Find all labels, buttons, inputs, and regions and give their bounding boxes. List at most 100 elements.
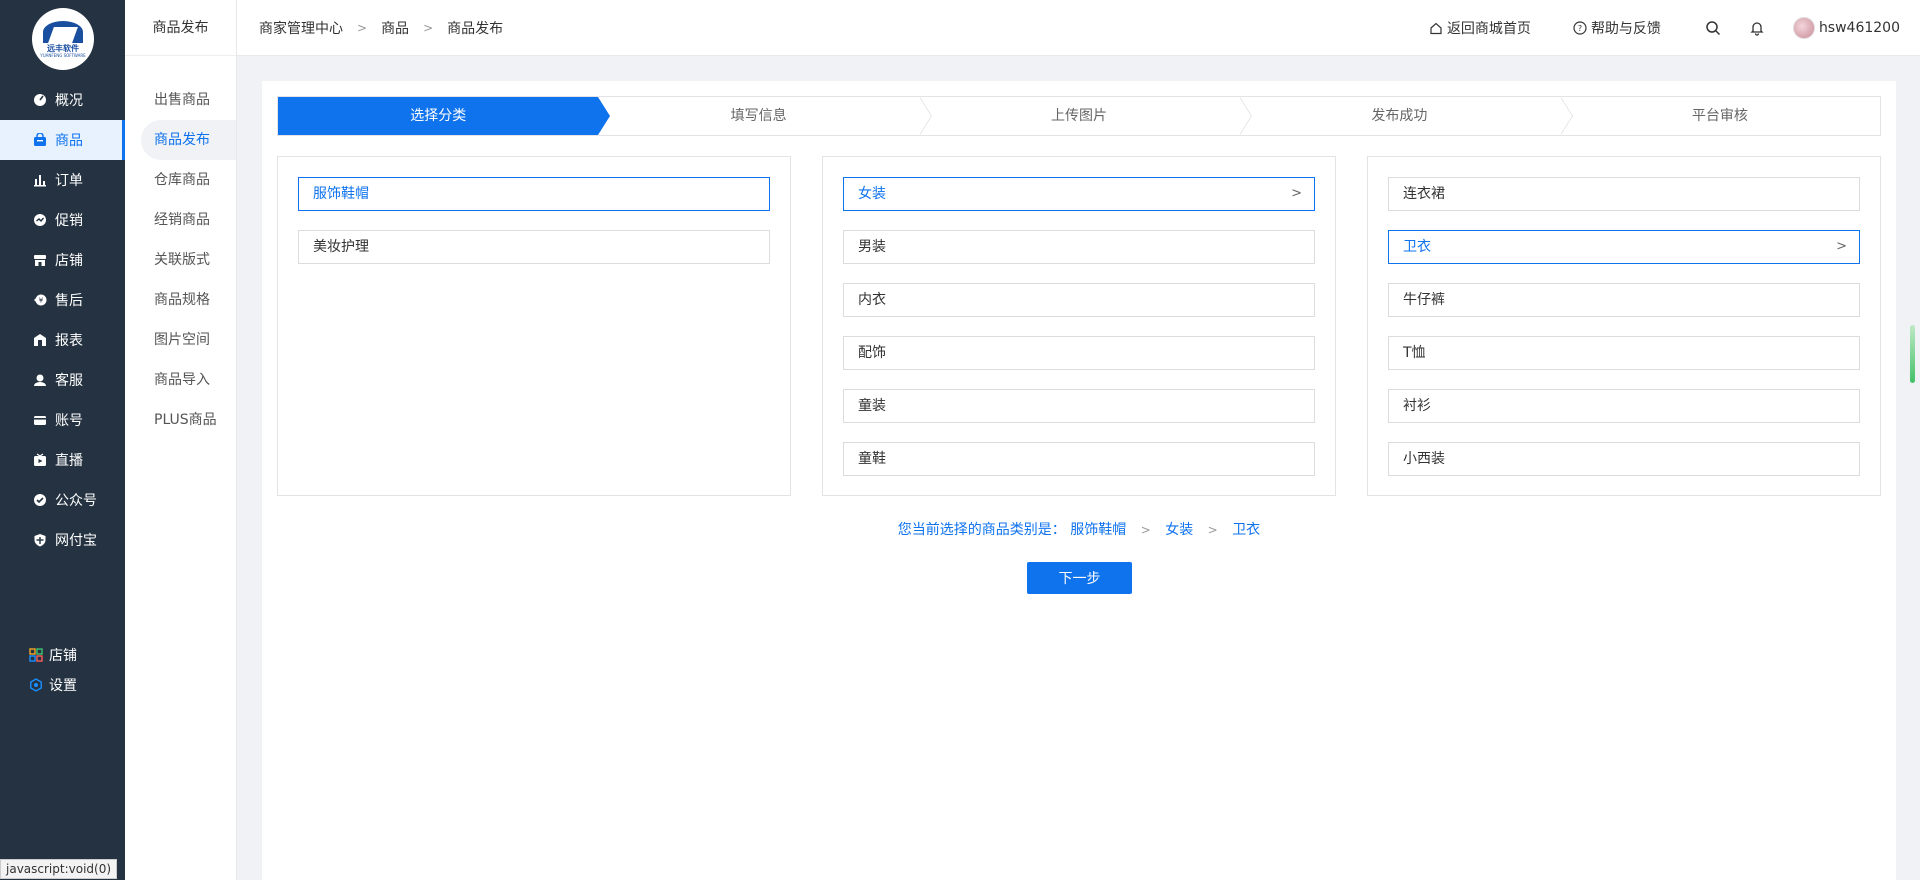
step-label: 填写信息 xyxy=(730,108,787,124)
chevron-right-icon: > xyxy=(1836,239,1847,254)
nav-item-label: 促销 xyxy=(55,213,83,229)
sub-item-publish[interactable]: 商品发布 xyxy=(141,120,236,160)
chevron-right-icon: > xyxy=(1140,523,1151,537)
nav-item-account[interactable]: 账号 xyxy=(0,400,125,440)
scrollbar-thumb[interactable] xyxy=(1910,325,1915,383)
step-label: 上传图片 xyxy=(1051,108,1108,124)
category-item-label: 卫衣 xyxy=(1403,239,1431,255)
svg-text:¥: ¥ xyxy=(39,297,44,305)
breadcrumb-item-goods[interactable]: 商品 xyxy=(381,18,409,38)
nav-item-overview[interactable]: 概况 xyxy=(0,80,125,120)
main-sidebar: 远丰软件 YUANFENG SOFTWARE 概况 商品 订单 促销 店铺 ¥ … xyxy=(0,0,125,880)
selected-category-path: 您当前选择的商品类别是： 服饰鞋帽 > 女装 > 卫衣 xyxy=(262,519,1896,539)
sub-item-on-sale[interactable]: 出售商品 xyxy=(125,80,236,120)
nav-item-label: 网付宝 xyxy=(55,533,97,549)
category-item[interactable]: 配饰 xyxy=(843,336,1315,370)
settings-icon xyxy=(29,678,43,692)
help-icon: ? xyxy=(1573,21,1587,35)
search-icon xyxy=(1706,21,1720,36)
nav-item-live[interactable]: 直播 xyxy=(0,440,125,480)
logo-text: 远丰软件 xyxy=(47,43,79,53)
nav-item-label: 概况 xyxy=(55,93,83,109)
logo-subtext: YUANFENG SOFTWARE xyxy=(40,52,86,58)
category-item[interactable]: 连衣裙 xyxy=(1388,177,1860,211)
sub-item-warehouse[interactable]: 仓库商品 xyxy=(125,160,236,200)
category-item[interactable]: 卫衣 > xyxy=(1388,230,1860,264)
shield-icon xyxy=(33,533,47,547)
back-home-link[interactable]: 返回商城首页 xyxy=(1429,18,1531,38)
category-item[interactable]: 内衣 xyxy=(843,283,1315,317)
store-icon xyxy=(33,253,47,267)
category-item[interactable]: 男装 xyxy=(843,230,1315,264)
category-item[interactable]: 女装 > xyxy=(843,177,1315,211)
nav-item-wechat[interactable]: 公众号 xyxy=(0,480,125,520)
sub-item-image-space[interactable]: 图片空间 xyxy=(125,320,236,360)
sub-item-distribution[interactable]: 经销商品 xyxy=(125,200,236,240)
step-progress: 选择分类 填写信息 上传图片 发布成功 平台审核 xyxy=(277,96,1881,136)
username: hsw461200 xyxy=(1818,20,1900,36)
avatar xyxy=(1792,17,1815,39)
step-fill-info: 填写信息 xyxy=(598,97,932,135)
category-item[interactable]: 童装 xyxy=(843,389,1315,423)
help-link[interactable]: ? 帮助与反馈 xyxy=(1573,18,1661,38)
breadcrumb: 商家管理中心 > 商品 > 商品发布 xyxy=(259,0,503,56)
category-item[interactable]: 美妆护理 xyxy=(298,230,770,264)
bottom-item-label: 设置 xyxy=(49,678,77,694)
next-step-button[interactable]: 下一步 xyxy=(1027,562,1132,594)
nav-item-store[interactable]: 店铺 xyxy=(0,240,125,280)
nav-item-aftersale[interactable]: ¥ 售后 xyxy=(0,280,125,320)
search-button[interactable] xyxy=(1705,20,1721,36)
category-item[interactable]: 牛仔裤 xyxy=(1388,283,1860,317)
nav-item-label: 商品 xyxy=(55,133,83,149)
step-platform-review: 平台审核 xyxy=(1560,97,1880,135)
bag-icon xyxy=(33,133,47,147)
category-columns: 服饰鞋帽 美妆护理 女装 > 男装 内衣 配饰 童装 童鞋 连衣裙 卫衣 > 牛… xyxy=(277,156,1881,496)
category-item[interactable]: 童鞋 xyxy=(843,442,1315,476)
brand-logo[interactable]: 远丰软件 YUANFENG SOFTWARE xyxy=(32,8,94,70)
promotion-icon xyxy=(33,213,47,227)
category-item[interactable]: T恤 xyxy=(1388,336,1860,370)
nav-item-pay[interactable]: 网付宝 xyxy=(0,520,125,560)
category-column-level1: 服饰鞋帽 美妆护理 xyxy=(277,156,791,496)
category-column-level3: 连衣裙 卫衣 > 牛仔裤 T恤 衬衫 小西装 xyxy=(1367,156,1881,496)
nav-item-report[interactable]: 报表 xyxy=(0,320,125,360)
sub-item-import[interactable]: 商品导入 xyxy=(125,360,236,400)
nav-item-label: 售后 xyxy=(55,293,83,309)
breadcrumb-item-center[interactable]: 商家管理中心 xyxy=(259,18,343,38)
step-publish-success: 发布成功 xyxy=(1239,97,1573,135)
notification-button[interactable] xyxy=(1749,20,1765,36)
bottom-item-settings[interactable]: 设置 xyxy=(0,670,125,700)
top-header: 商家管理中心 > 商品 > 商品发布 返回商城首页 ? 帮助与反馈 hsw461… xyxy=(237,0,1920,56)
sub-item-spec[interactable]: 商品规格 xyxy=(125,280,236,320)
chevron-right-icon: > xyxy=(1291,186,1302,201)
nav-item-promotion[interactable]: 促销 xyxy=(0,200,125,240)
bottom-item-store[interactable]: 店铺 xyxy=(0,640,125,670)
live-icon xyxy=(33,453,47,467)
nav-item-label: 客服 xyxy=(55,373,83,389)
sub-sidebar: 商品发布 出售商品 商品发布 仓库商品 经销商品 关联版式 商品规格 图片空间 … xyxy=(125,0,237,880)
step-label: 发布成功 xyxy=(1371,108,1428,124)
category-item[interactable]: 衬衫 xyxy=(1388,389,1860,423)
selected-path-item: 女装 xyxy=(1165,522,1194,538)
breadcrumb-item-publish: 商品发布 xyxy=(447,21,504,37)
category-item[interactable]: 服饰鞋帽 xyxy=(298,177,770,211)
chevron-right-icon: > xyxy=(423,21,434,35)
chevron-right-icon: > xyxy=(1207,523,1218,537)
nav-item-label: 报表 xyxy=(55,333,83,349)
main-nav: 概况 商品 订单 促销 店铺 ¥ 售后 报表 客服 账号 直播 公众号 网付宝 xyxy=(0,80,125,560)
category-column-level2: 女装 > 男装 内衣 配饰 童装 童鞋 xyxy=(822,156,1336,496)
nav-item-goods[interactable]: 商品 xyxy=(0,120,125,160)
nav-item-service[interactable]: 客服 xyxy=(0,360,125,400)
grid-icon xyxy=(29,648,43,662)
user-menu[interactable]: hsw461200 xyxy=(1792,17,1900,39)
wechat-icon xyxy=(33,493,47,507)
home-icon xyxy=(1430,22,1442,35)
selected-path-prefix: 您当前选择的商品类别是： xyxy=(897,522,1066,538)
step-label: 平台审核 xyxy=(1691,108,1748,124)
bottom-nav: 店铺 设置 xyxy=(0,640,125,700)
nav-item-orders[interactable]: 订单 xyxy=(0,160,125,200)
sub-item-plus[interactable]: PLUS商品 xyxy=(125,400,236,440)
category-item[interactable]: 小西装 xyxy=(1388,442,1860,476)
sub-item-template[interactable]: 关联版式 xyxy=(125,240,236,280)
publish-card: 选择分类 填写信息 上传图片 发布成功 平台审核 服饰鞋帽 美妆护理 女装 > … xyxy=(262,81,1896,880)
